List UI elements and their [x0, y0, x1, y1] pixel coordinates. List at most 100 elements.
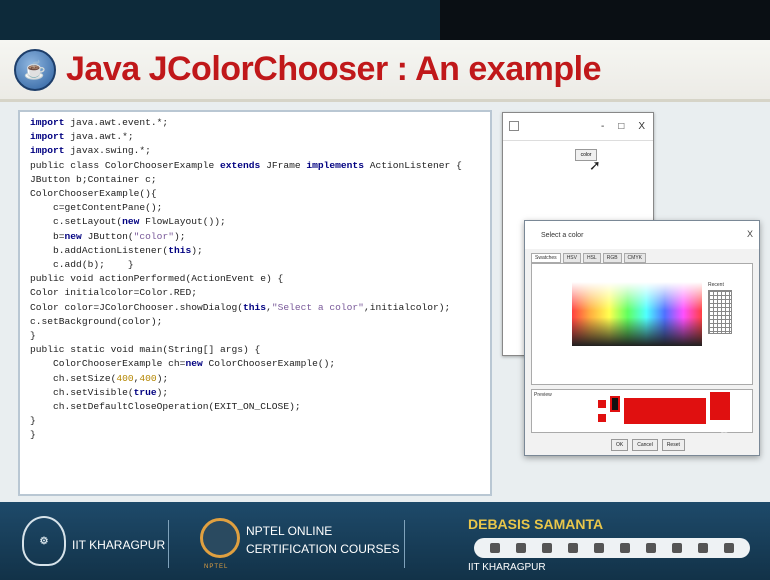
code-token: }	[30, 415, 36, 427]
code-line: JButton b;Container c;	[30, 173, 480, 187]
code-line: c.setBackground(color);	[30, 315, 480, 329]
dialog-buttons: OK Cancel Reset	[611, 439, 685, 451]
code-line: c.add(b); }	[30, 258, 480, 272]
code-token: c.add(b); }	[30, 259, 134, 271]
color-swatch-grid[interactable]	[572, 282, 702, 346]
divider	[168, 520, 169, 568]
minimize-icon[interactable]: -	[601, 121, 604, 132]
code-token: b.addActionListener(	[30, 244, 169, 256]
ok-button[interactable]: OK	[611, 439, 629, 451]
code-token: java.awt.*;	[64, 131, 134, 143]
code-line: }	[30, 414, 480, 428]
code-line: Color color=JColorChooser.showDialog(thi…	[30, 301, 480, 315]
tab-hsl[interactable]: HSL	[582, 253, 601, 263]
close-icon[interactable]: X	[638, 121, 645, 132]
preview-label: Preview	[534, 392, 552, 398]
color-tool-icon[interactable]	[672, 543, 682, 553]
code-token: this	[168, 244, 192, 256]
tab-strip: Swatches HSV HSL RGB CMYK	[531, 253, 646, 263]
code-token: ,initialcolor);	[363, 301, 451, 313]
tab-hsv[interactable]: HSV	[562, 253, 581, 263]
preview-sample-area: Sample Text Sample Text Sample Text Samp…	[624, 398, 734, 434]
recent-swatch-grid[interactable]	[708, 290, 732, 334]
code-line: b.addActionListener(this);	[30, 244, 480, 258]
code-token: Color color=JColorChooser.showDialog(	[30, 301, 244, 313]
mouse-cursor-icon: ➚	[589, 157, 601, 173]
speaker-name: DEBASIS SAMANTA	[468, 516, 604, 532]
code-token: }	[30, 330, 36, 342]
color-chooser-dialog: Select a color X Swatches HSV HSL RGB CM…	[524, 220, 760, 456]
code-token: c.setLayout(	[30, 216, 123, 228]
code-line: ColorChooserExample ch=new ColorChooserE…	[30, 357, 480, 371]
dialog-titlebar: Select a color X	[525, 221, 759, 249]
recent-label: Recent	[708, 282, 724, 288]
code-line: import javax.swing.*;	[30, 144, 480, 158]
code-token: ch.setVisible(	[30, 386, 134, 398]
code-token: this	[243, 301, 267, 313]
code-token: extends	[220, 159, 261, 171]
code-token: java.awt.event.*;	[64, 117, 169, 128]
code-token: "color"	[133, 230, 174, 242]
nptel-title-line1: NPTEL ONLINE	[246, 524, 333, 538]
code-listing: import java.awt.event.*; import java.awt.…	[18, 110, 492, 496]
code-token: ColorChooserExample ch=	[30, 358, 186, 370]
code-token: javax.swing.*;	[64, 145, 151, 157]
code-token: JButton(	[81, 230, 134, 242]
code-token: );	[156, 386, 169, 398]
code-token: import	[30, 117, 65, 128]
code-token: implements	[306, 159, 364, 171]
slide-header: ☕ Java JColorChooser : An example	[0, 40, 770, 102]
nptel-sub-label: NPTEL	[204, 564, 229, 570]
tab-cmyk[interactable]: CMYK	[623, 253, 646, 263]
settings-tool-icon[interactable]	[724, 543, 734, 553]
divider	[404, 520, 405, 568]
code-token: ColorChooserExample();	[202, 358, 336, 370]
eraser-tool-icon[interactable]	[594, 543, 604, 553]
code-token: );	[173, 230, 186, 242]
java-cup-icon: ☕	[14, 49, 56, 91]
code-token: JFrame	[260, 159, 307, 171]
code-token: );	[156, 372, 169, 384]
tab-rgb[interactable]: RGB	[602, 253, 622, 263]
window-icon	[509, 121, 519, 131]
code-line: ch.setDefaultCloseOperation(EXIT_ON_CLOS…	[30, 400, 480, 414]
code-line: b=new JButton("color");	[30, 230, 480, 244]
tab-swatches[interactable]: Swatches	[531, 253, 561, 263]
code-token: c.setBackground(color);	[30, 315, 163, 327]
code-line: ColorChooserExample(){	[30, 187, 480, 201]
code-token: import	[30, 145, 65, 157]
close-icon[interactable]: X	[747, 229, 753, 239]
nptel-title-line2: CERTIFICATION COURSES	[246, 542, 400, 556]
code-line: import java.awt.event.*;	[30, 116, 480, 130]
shape-tool-icon[interactable]	[620, 543, 630, 553]
code-token: ActionListener {	[363, 159, 462, 171]
line-tool-icon[interactable]	[646, 543, 656, 553]
preview-swatch	[598, 400, 606, 408]
code-token: JButton b;Container c;	[30, 173, 157, 185]
reset-button[interactable]: Reset	[661, 439, 685, 451]
code-token: Color initialcolor=Color.RED;	[30, 287, 197, 299]
code-token: }	[30, 429, 36, 441]
maximize-icon[interactable]: □	[618, 121, 624, 132]
code-line: ch.setVisible(true);	[30, 386, 480, 400]
footer-banner: ⚙ IIT KHARAGPUR NPTEL NPTEL ONLINE CERTI…	[0, 502, 770, 580]
code-token: public class ColorChooserExample	[30, 159, 220, 171]
iit-emblem-icon: ⚙	[22, 516, 66, 566]
cancel-button[interactable]: Cancel	[632, 439, 658, 451]
undo-tool-icon[interactable]	[698, 543, 708, 553]
dialog-title: Select a color	[541, 231, 584, 239]
pen-tool-icon[interactable]	[516, 543, 526, 553]
code-line: Color initialcolor=Color.RED;	[30, 286, 480, 300]
marker-tool-icon[interactable]	[542, 543, 552, 553]
pointer-tool-icon[interactable]	[490, 543, 500, 553]
code-token: "Select a color"	[271, 301, 364, 313]
code-line: c=getContentPane();	[30, 201, 480, 215]
code-line: ch.setSize(400,400);	[30, 372, 480, 386]
highlighter-tool-icon[interactable]	[568, 543, 578, 553]
nptel-logo-icon	[200, 518, 240, 558]
code-token: true	[133, 386, 157, 398]
code-token: 400	[116, 372, 134, 384]
preview-panel: Preview Sample Text Sample Text Sample T…	[531, 389, 753, 434]
preview-block	[710, 392, 730, 420]
code-line: public static void main(String[] args) {	[30, 343, 480, 357]
